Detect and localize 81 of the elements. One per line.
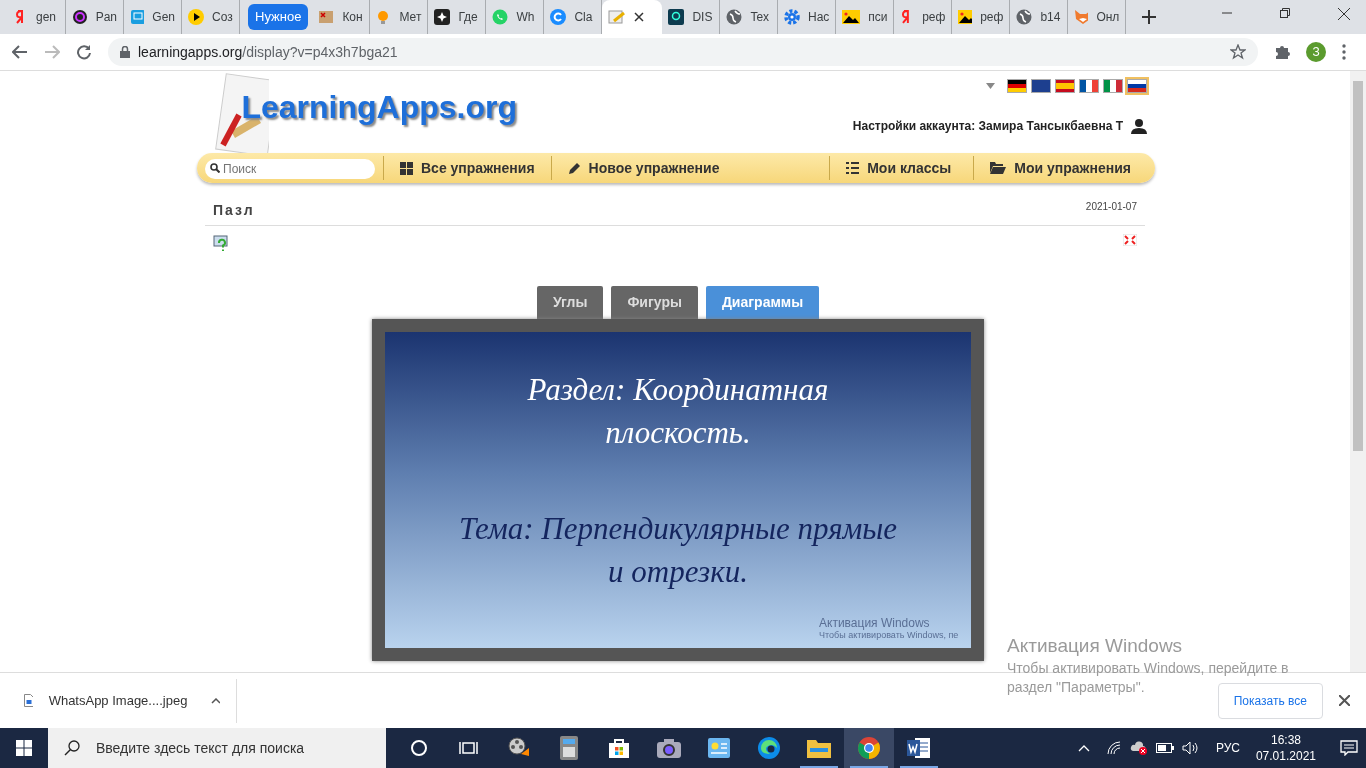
tab-group-label[interactable]: Нужное — [248, 4, 309, 30]
lock-icon — [120, 46, 130, 58]
speaker-icon[interactable] — [1181, 741, 1200, 755]
calculator-icon[interactable] — [560, 736, 578, 760]
scrollbar-thumb[interactable] — [1353, 81, 1363, 451]
chevron-up-icon[interactable] — [211, 697, 220, 704]
task-view-icon[interactable] — [459, 739, 479, 757]
image-icon — [958, 10, 973, 24]
clock-date[interactable]: 07.01.2021 — [1255, 748, 1316, 765]
notification-icon[interactable] — [1340, 740, 1358, 756]
search-field[interactable]: Поиск — [205, 158, 375, 179]
nav-link[interactable]: Новое упражнение — [551, 157, 736, 179]
image-icon — [842, 10, 861, 24]
globe-icon — [1016, 9, 1033, 25]
edge-icon[interactable] — [757, 736, 781, 760]
activation-title: Активация Windows — [1007, 634, 1184, 658]
show-all-button[interactable]: Показать все — [1217, 682, 1323, 719]
language-indicator[interactable]: РУС — [1215, 739, 1240, 757]
exercise-tab[interactable]: Фигуры — [611, 286, 698, 319]
language-flag[interactable] — [1127, 79, 1147, 93]
battery-icon[interactable] — [1155, 743, 1174, 753]
language-flag[interactable] — [1007, 79, 1027, 93]
monitor-icon — [130, 9, 145, 25]
clock-time[interactable]: 16:38 — [1270, 731, 1301, 748]
account-settings-link[interactable]: Настройки аккаунта: Замира Тансыкбаевна Т — [852, 117, 1123, 135]
pencil-icon — [608, 9, 627, 25]
open-folder-icon — [990, 162, 1007, 174]
ring-icon — [72, 9, 88, 25]
circle-icon[interactable] — [410, 739, 428, 757]
dropdown-arrow-icon[interactable] — [986, 83, 995, 89]
chat-bubble-icon — [492, 9, 509, 25]
address-bar[interactable]: learningapps.org/display?v=p4x3h7bga21 — [138, 41, 398, 63]
nav-link[interactable]: Все упражнения — [384, 157, 551, 179]
user-icon[interactable] — [1131, 118, 1147, 134]
watermark-title: Активация Windows — [819, 616, 931, 631]
file-icon — [24, 694, 33, 707]
fullscreen-icon[interactable] — [1123, 234, 1137, 246]
close-icon[interactable] — [1339, 695, 1350, 706]
globe-icon — [726, 9, 743, 25]
map-icon — [318, 9, 335, 25]
word-icon[interactable] — [907, 737, 931, 759]
grid-icon — [400, 161, 413, 175]
taskbar-search-field[interactable]: Введите здесь текст для поиска — [48, 728, 386, 768]
language-flag[interactable] — [1079, 79, 1099, 93]
pencil-icon — [567, 161, 581, 175]
puzzle-icon[interactable] — [1274, 44, 1290, 60]
camera-icon[interactable] — [657, 738, 681, 758]
sparkle-icon — [434, 9, 451, 25]
star-icon[interactable] — [1230, 44, 1246, 60]
help-icon[interactable] — [213, 234, 231, 252]
fox-icon — [1074, 9, 1089, 25]
back-icon[interactable] — [12, 45, 28, 59]
folder-icon[interactable] — [807, 738, 831, 758]
date-text: 2021-01-07 — [1085, 200, 1137, 214]
play-icon — [188, 9, 204, 25]
pin-icon — [668, 9, 685, 25]
refresh-icon — [550, 9, 567, 25]
search-icon — [64, 740, 80, 756]
close-icon[interactable] — [634, 12, 645, 22]
watermark-text: Чтобы активировать Windows, пе — [819, 630, 959, 642]
slide-topic: Тема: Перпендикулярные прямые и отрезки. — [457, 509, 899, 592]
nav-link[interactable]: Мои упражнения — [974, 157, 1147, 179]
windows-start-icon[interactable] — [16, 740, 32, 756]
search-icon — [210, 162, 220, 173]
shopping-bag-icon[interactable] — [608, 737, 630, 759]
new-tab-icon[interactable] — [1142, 10, 1157, 24]
menu-icon[interactable] — [1342, 44, 1346, 60]
cloud-error-icon[interactable] — [1129, 741, 1148, 755]
download-item[interactable]: WhatsApp Image....jpeg — [48, 690, 188, 711]
wifi-icon[interactable] — [1105, 741, 1122, 755]
exercise-tab[interactable]: Углы — [536, 286, 604, 319]
list-icon — [846, 162, 860, 174]
nav-link[interactable]: Мои классы — [830, 157, 968, 179]
close-icon[interactable] — [1338, 8, 1350, 20]
chrome-icon[interactable] — [857, 736, 881, 760]
exercise-title: Пазл — [213, 201, 255, 220]
reload-icon[interactable] — [76, 44, 92, 60]
site-logo[interactable]: LearningApps.org — [241, 83, 517, 131]
gear-icon — [784, 9, 801, 25]
slide-heading: Раздел: Координатная плоскость. — [526, 371, 830, 453]
restore-icon[interactable] — [1280, 8, 1290, 18]
